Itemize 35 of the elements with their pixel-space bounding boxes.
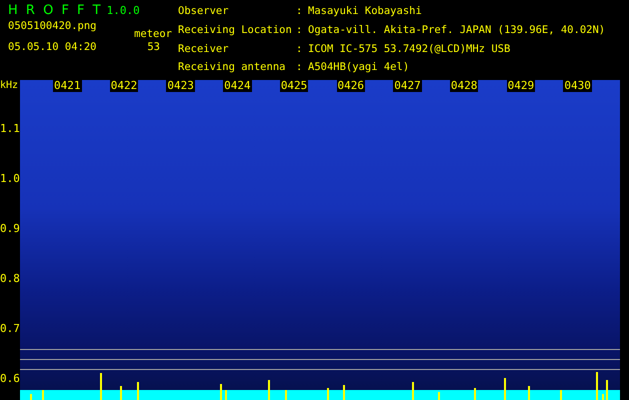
time-label: 0421 [53,79,82,92]
frequency-label: 0.8 [0,273,20,285]
time-label: 0423 [166,79,195,92]
frequency-label: 0.7 [0,323,20,335]
time-label: 0425 [280,79,308,92]
app-name: H R O F F T [8,3,101,18]
axis-unit: kHz [0,80,20,92]
meteor-count: 53 [147,41,160,53]
info-value: A504HB(yagi 4el) [308,61,410,76]
frequency-label: 0.9 [0,223,20,235]
time-label: 0426 [336,79,366,92]
time-label: 0429 [506,79,536,92]
info-label: Observer [178,5,230,19]
frequency-label: 0.6 [0,373,20,385]
separator: : [296,24,304,38]
separator: : [296,5,304,19]
info-label: Receiver [178,42,230,56]
app-version: 1.0.0 [106,4,140,17]
time-label: 0424 [223,79,252,92]
info-label: Receiving Location [178,24,293,38]
frequency-label: 1.1 [0,123,20,135]
info-value: Ogata-vill. Akita-Pref. JAPAN (139.96E, 40.02N) [308,24,606,38]
separator: : [296,61,304,76]
frequency-label: 1.0 [0,173,20,185]
time-label: 0430 [563,79,592,92]
meteor-label: meteor [134,28,172,40]
info-value: Masayuki Kobayashi [308,5,423,19]
date-time: 05.05.10 04:20 [8,41,97,53]
info-value: ICOM IC-575 53.7492(@LCD)MHz USB [308,42,512,56]
time-label: 0428 [450,79,478,92]
time-label: 0422 [110,79,138,92]
info-label: Receiving antenna [178,61,286,76]
separator: : [296,42,304,56]
time-label: 0427 [393,79,422,92]
file-name: 0505100420.png [8,20,97,34]
